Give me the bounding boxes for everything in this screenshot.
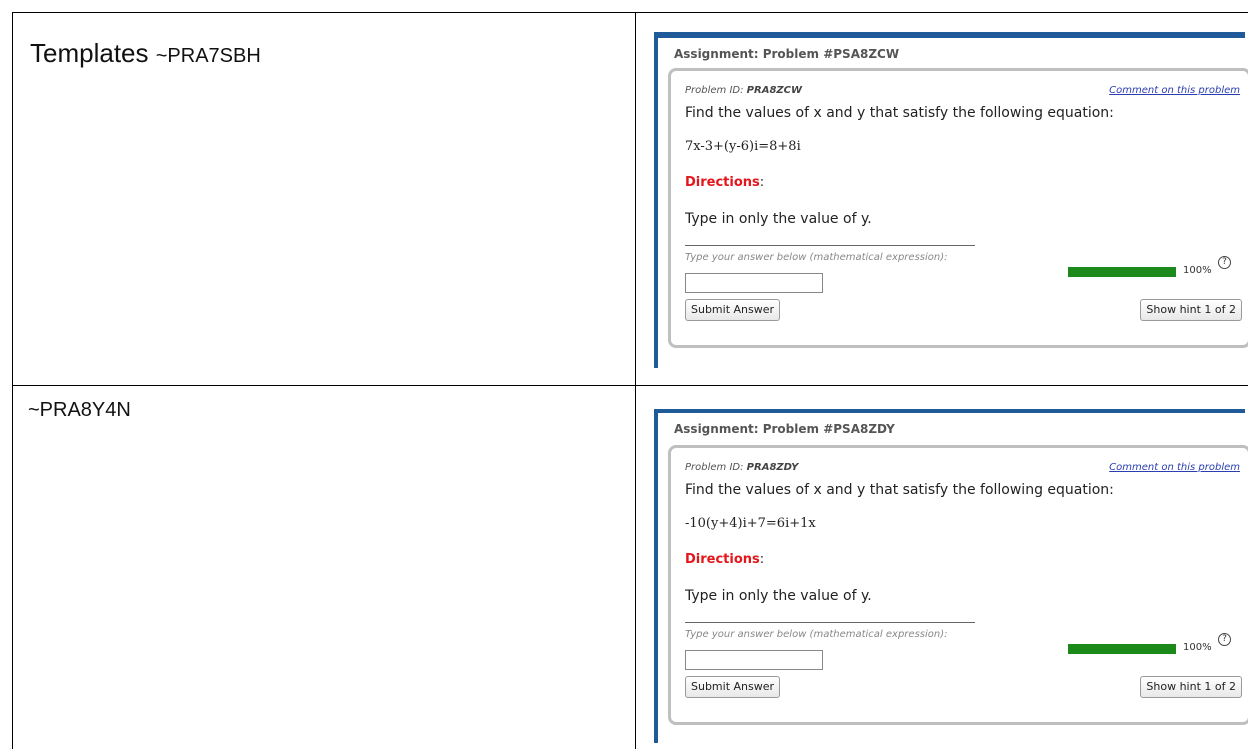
problem-id-value: PRA8ZCW xyxy=(746,85,803,96)
table-row-divider xyxy=(12,385,1248,386)
directions-text: Type in only the value of y. xyxy=(685,588,872,604)
directions-heading: Directions: xyxy=(685,552,764,567)
submit-answer-button[interactable]: Submit Answer xyxy=(685,676,781,698)
widget-left-accent xyxy=(654,38,658,368)
show-hint-button[interactable]: Show hint 1 of 2 xyxy=(1140,299,1242,321)
comment-link[interactable]: Comment on this problem xyxy=(1109,462,1240,473)
question-text: Find the values of x and y that satisfy … xyxy=(685,482,1114,498)
equation: 7x-3+(y-6)i=8+8i xyxy=(685,139,801,154)
widget-top-accent xyxy=(654,409,1245,413)
problem-widget-2: Assignment: Problem #PSA8ZDY Problem ID:… xyxy=(654,409,1248,749)
problem-id-label: Problem ID: xyxy=(685,85,744,96)
row-1-title: Templates ~PRA7SBH xyxy=(30,38,261,69)
directions-heading: Directions: xyxy=(685,175,764,190)
problem-widget-1: Assignment: Problem #PSA8ZCW Problem ID:… xyxy=(654,32,1248,372)
progress-bar xyxy=(1068,644,1176,654)
progress-percent: 100% xyxy=(1183,265,1212,276)
answer-input[interactable] xyxy=(685,273,823,293)
table-border-left xyxy=(12,12,13,749)
answer-label: Type your answer below (mathematical exp… xyxy=(685,252,948,263)
row-1-label: Templates xyxy=(30,38,149,68)
divider xyxy=(685,622,975,623)
progress-bar xyxy=(1068,267,1176,277)
problem-id-label: Problem ID: xyxy=(685,462,744,473)
directions-colon: : xyxy=(759,552,765,567)
table-border-top xyxy=(12,12,1248,13)
equation: -10(y+4)i+7=6i+1x xyxy=(685,516,816,531)
row-1-code: ~PRA7SBH xyxy=(155,45,261,67)
question-circle-icon[interactable]: ? xyxy=(1218,256,1231,269)
answer-label: Type your answer below (mathematical exp… xyxy=(685,629,948,640)
directions-label: Directions xyxy=(685,175,760,190)
problem-panel: Problem ID: PRA8ZDY Comment on this prob… xyxy=(668,445,1248,725)
submit-answer-button[interactable]: Submit Answer xyxy=(685,299,781,321)
problem-panel: Problem ID: PRA8ZCW Comment on this prob… xyxy=(668,68,1248,348)
directions-label: Directions xyxy=(685,552,760,567)
widget-top-accent xyxy=(654,32,1245,38)
progress-percent: 100% xyxy=(1183,642,1212,653)
directions-colon: : xyxy=(759,175,765,190)
assignment-title: Assignment: Problem #PSA8ZCW xyxy=(674,47,900,61)
show-hint-button[interactable]: Show hint 1 of 2 xyxy=(1140,676,1242,698)
directions-text: Type in only the value of y. xyxy=(685,211,872,227)
answer-input[interactable] xyxy=(685,650,823,670)
row-2-title: ~PRA8Y4N xyxy=(28,399,131,422)
progress-fill xyxy=(1068,267,1176,277)
question-circle-icon[interactable]: ? xyxy=(1218,633,1231,646)
problem-id: Problem ID: PRA8ZCW xyxy=(685,85,802,96)
table-column-divider xyxy=(635,12,636,749)
question-text: Find the values of x and y that satisfy … xyxy=(685,105,1114,121)
divider xyxy=(685,245,975,246)
problem-id: Problem ID: PRA8ZDY xyxy=(685,462,798,473)
problem-id-value: PRA8ZDY xyxy=(746,462,799,473)
widget-left-accent xyxy=(654,413,658,743)
row-2-code: ~PRA8Y4N xyxy=(28,399,131,421)
comment-link[interactable]: Comment on this problem xyxy=(1109,85,1240,96)
progress-fill xyxy=(1068,644,1176,654)
assignment-title: Assignment: Problem #PSA8ZDY xyxy=(674,422,895,436)
